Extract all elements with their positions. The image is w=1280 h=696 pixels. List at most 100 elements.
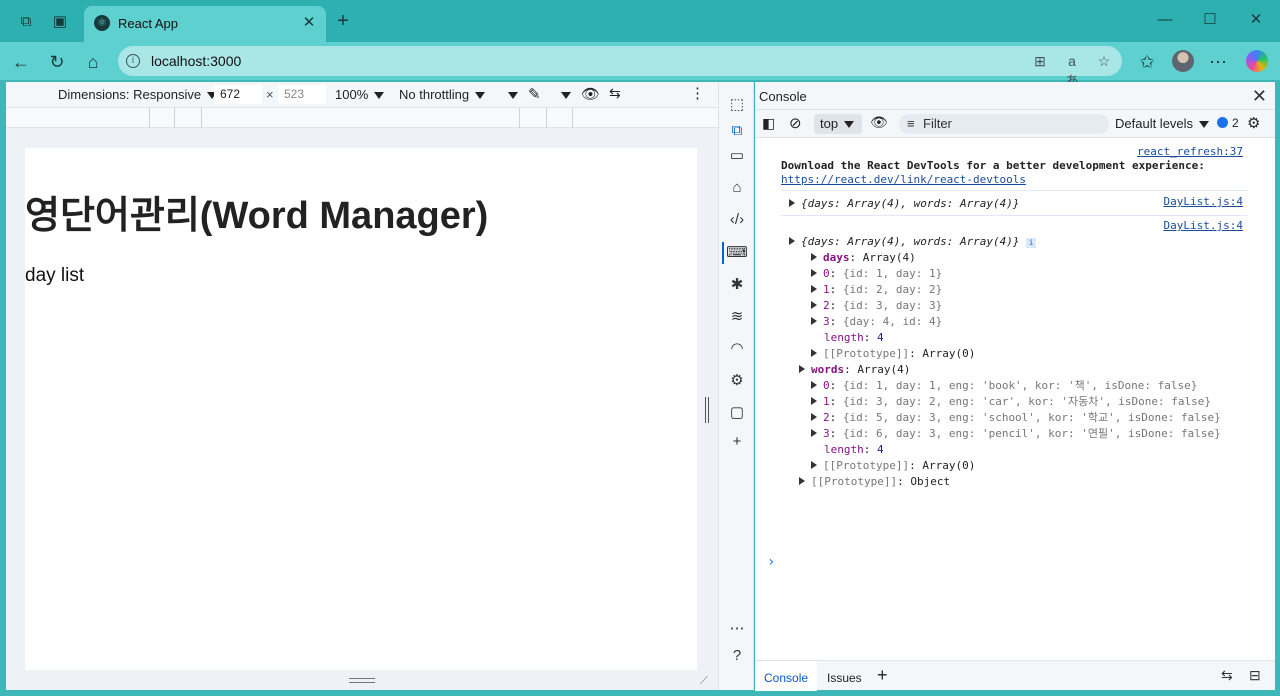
browser-tab[interactable]: ⚛ React App ✕ xyxy=(84,6,326,42)
home-icon[interactable]: ⌂ xyxy=(82,51,104,73)
days-item-0[interactable]: 0: {id: 1, day: 1} xyxy=(811,267,942,281)
words-item-1[interactable]: 1: {id: 3, day: 2, eng: 'car', kor: '자동차… xyxy=(811,395,1211,409)
object-prototype[interactable]: [[Prototype]]: Object xyxy=(799,475,950,489)
info-icon[interactable]: i xyxy=(1026,238,1037,248)
url-text[interactable]: localhost:3000 xyxy=(151,53,241,69)
devtools-link[interactable]: https://react.dev/link/react-devtools xyxy=(781,173,1026,187)
tab-actions-icon[interactable]: ▣ xyxy=(50,12,70,32)
device-toggle-icon[interactable]: ⧉ xyxy=(726,120,748,142)
inspect-icon[interactable]: ⬚ xyxy=(726,94,748,116)
collapse-drawer-icon[interactable]: ⊟ xyxy=(1249,667,1261,684)
application-icon[interactable]: ▢ xyxy=(726,402,748,424)
minimize-icon[interactable]: — xyxy=(1155,10,1175,30)
resize-handle-bottom[interactable] xyxy=(349,678,375,683)
tab-issues[interactable]: Issues xyxy=(827,671,862,685)
console-icon[interactable]: ⌨ xyxy=(726,242,748,264)
days-item-1[interactable]: 1: {id: 2, day: 2} xyxy=(811,283,942,297)
expand-arrow-icon[interactable] xyxy=(811,349,817,357)
log-object-expanded[interactable]: {days: Array(4), words: Array(4)} i xyxy=(789,235,1037,249)
copilot-icon[interactable] xyxy=(1246,50,1268,72)
favorite-star-icon[interactable]: ☆ xyxy=(1094,51,1114,71)
app-available-icon[interactable]: ⊞ xyxy=(1030,51,1050,71)
source-link[interactable]: react_refresh:37 xyxy=(1137,145,1243,158)
resize-handle-right[interactable] xyxy=(705,397,709,423)
welcome-icon[interactable]: ▭ xyxy=(726,145,748,167)
days-item-3[interactable]: 3: {day: 4, id: 4} xyxy=(811,315,942,329)
expand-arrow-icon[interactable] xyxy=(811,381,817,389)
memory-icon[interactable]: ⚙ xyxy=(726,370,748,392)
levels-select[interactable]: Default levels xyxy=(1115,116,1210,131)
clear-console-icon[interactable]: ⊘ xyxy=(789,114,802,132)
filter-input[interactable]: ≡ Filter xyxy=(899,114,1109,134)
close-window-icon[interactable]: ✕ xyxy=(1246,10,1266,30)
words-item-0[interactable]: 0: {id: 1, day: 1, eng: 'book', kor: '책'… xyxy=(811,379,1197,393)
words-prototype[interactable]: [[Prototype]]: Array(0) xyxy=(811,459,975,473)
site-info-icon[interactable]: i xyxy=(126,54,140,68)
expand-arrow-icon[interactable] xyxy=(811,461,817,469)
sidebar-toggle-icon[interactable]: ◧ xyxy=(762,115,775,132)
performance-icon[interactable]: ◠ xyxy=(726,338,748,360)
height-input[interactable]: 523 xyxy=(278,85,326,104)
throttling-select[interactable]: No throttling xyxy=(399,87,486,102)
expand-arrow-icon[interactable] xyxy=(811,429,817,437)
live-expression-eye-icon[interactable]: 👁 xyxy=(870,114,888,131)
days-prototype[interactable]: [[Prototype]]: Array(0) xyxy=(811,347,975,361)
console-settings-gear-icon[interactable]: ⚙ xyxy=(1247,114,1260,132)
dock-icon[interactable]: ⇆ xyxy=(1221,667,1233,684)
expand-arrow-icon[interactable] xyxy=(789,237,795,245)
expand-arrow-icon[interactable] xyxy=(811,397,817,405)
source-link[interactable]: DayList.js:4 xyxy=(1164,195,1243,208)
expand-arrow-icon[interactable] xyxy=(811,301,817,309)
expand-arrow-icon[interactable] xyxy=(811,317,817,325)
expand-arrow-icon[interactable] xyxy=(811,413,817,421)
kebab-menu-icon[interactable]: ⋮ xyxy=(690,84,705,102)
days-key: days xyxy=(823,251,850,264)
more-options-select[interactable] xyxy=(555,87,571,102)
source-link[interactable]: DayList.js:4 xyxy=(1164,219,1243,232)
context-select[interactable]: top xyxy=(814,114,862,134)
eyedropper-icon[interactable]: ✎ xyxy=(528,85,541,103)
workspaces-icon[interactable]: ⧉ xyxy=(16,12,36,32)
dimensions-select[interactable]: Dimensions: Responsive xyxy=(58,87,218,102)
days-property[interactable]: days: Array(4) xyxy=(811,251,916,265)
expand-arrow-icon[interactable] xyxy=(799,477,805,485)
resize-handle-corner[interactable]: ⟋ xyxy=(700,675,708,688)
read-aloud-icon[interactable]: aあ xyxy=(1062,51,1082,89)
new-tab-button[interactable]: + xyxy=(332,11,354,33)
more-tools-plus-icon[interactable]: + xyxy=(726,431,748,453)
expand-arrow-icon[interactable] xyxy=(811,269,817,277)
save-data-select[interactable] xyxy=(502,87,518,102)
address-bar[interactable]: i localhost:3000 ⊞ aあ ☆ xyxy=(118,46,1122,89)
words-item-2[interactable]: 2: {id: 5, day: 3, eng: 'school', kor: '… xyxy=(811,411,1221,425)
issues-badge[interactable]: 2 xyxy=(1217,116,1239,130)
tab-console[interactable]: Console xyxy=(755,661,817,691)
zoom-select[interactable]: 100% xyxy=(335,87,385,102)
close-tab-icon[interactable]: ✕ xyxy=(300,14,318,32)
expand-arrow-icon[interactable] xyxy=(811,285,817,293)
expand-arrow-icon[interactable] xyxy=(789,199,795,207)
console-prompt-icon[interactable]: › xyxy=(767,554,775,570)
width-input[interactable]: 672 xyxy=(214,85,262,104)
words-property[interactable]: words: Array(4) xyxy=(799,363,910,377)
profile-avatar[interactable] xyxy=(1172,50,1194,72)
log-object-collapsed[interactable]: {days: Array(4), words: Array(4)} xyxy=(789,197,1020,211)
refresh-icon[interactable]: ↻ xyxy=(46,51,68,73)
maximize-icon[interactable]: ☐ xyxy=(1200,10,1220,30)
more-icon[interactable]: ⋯ xyxy=(1207,51,1229,73)
network-wifi-icon[interactable]: ≋ xyxy=(726,306,748,328)
close-panel-icon[interactable]: ✕ xyxy=(1252,86,1267,107)
back-icon[interactable]: ← xyxy=(10,51,32,73)
words-item-3[interactable]: 3: {id: 6, day: 3, eng: 'pencil', kor: '… xyxy=(811,427,1221,441)
expand-arrow-icon[interactable] xyxy=(799,365,805,373)
elements-icon[interactable]: ‹/› xyxy=(726,209,748,231)
rotate-icon[interactable]: ⇆ xyxy=(609,85,621,102)
more-icon[interactable]: ⋯ xyxy=(726,618,748,640)
favorites-icon[interactable]: ✩ xyxy=(1136,51,1158,73)
expand-arrow-icon[interactable] xyxy=(811,253,817,261)
add-tab-plus-icon[interactable]: + xyxy=(877,665,888,686)
help-icon[interactable]: ? xyxy=(726,645,748,667)
eye-icon[interactable]: 👁 xyxy=(581,85,600,103)
days-item-2[interactable]: 2: {id: 3, day: 3} xyxy=(811,299,942,313)
sources-bug-icon[interactable]: ✱ xyxy=(726,274,748,296)
home-icon[interactable]: ⌂ xyxy=(726,177,748,199)
